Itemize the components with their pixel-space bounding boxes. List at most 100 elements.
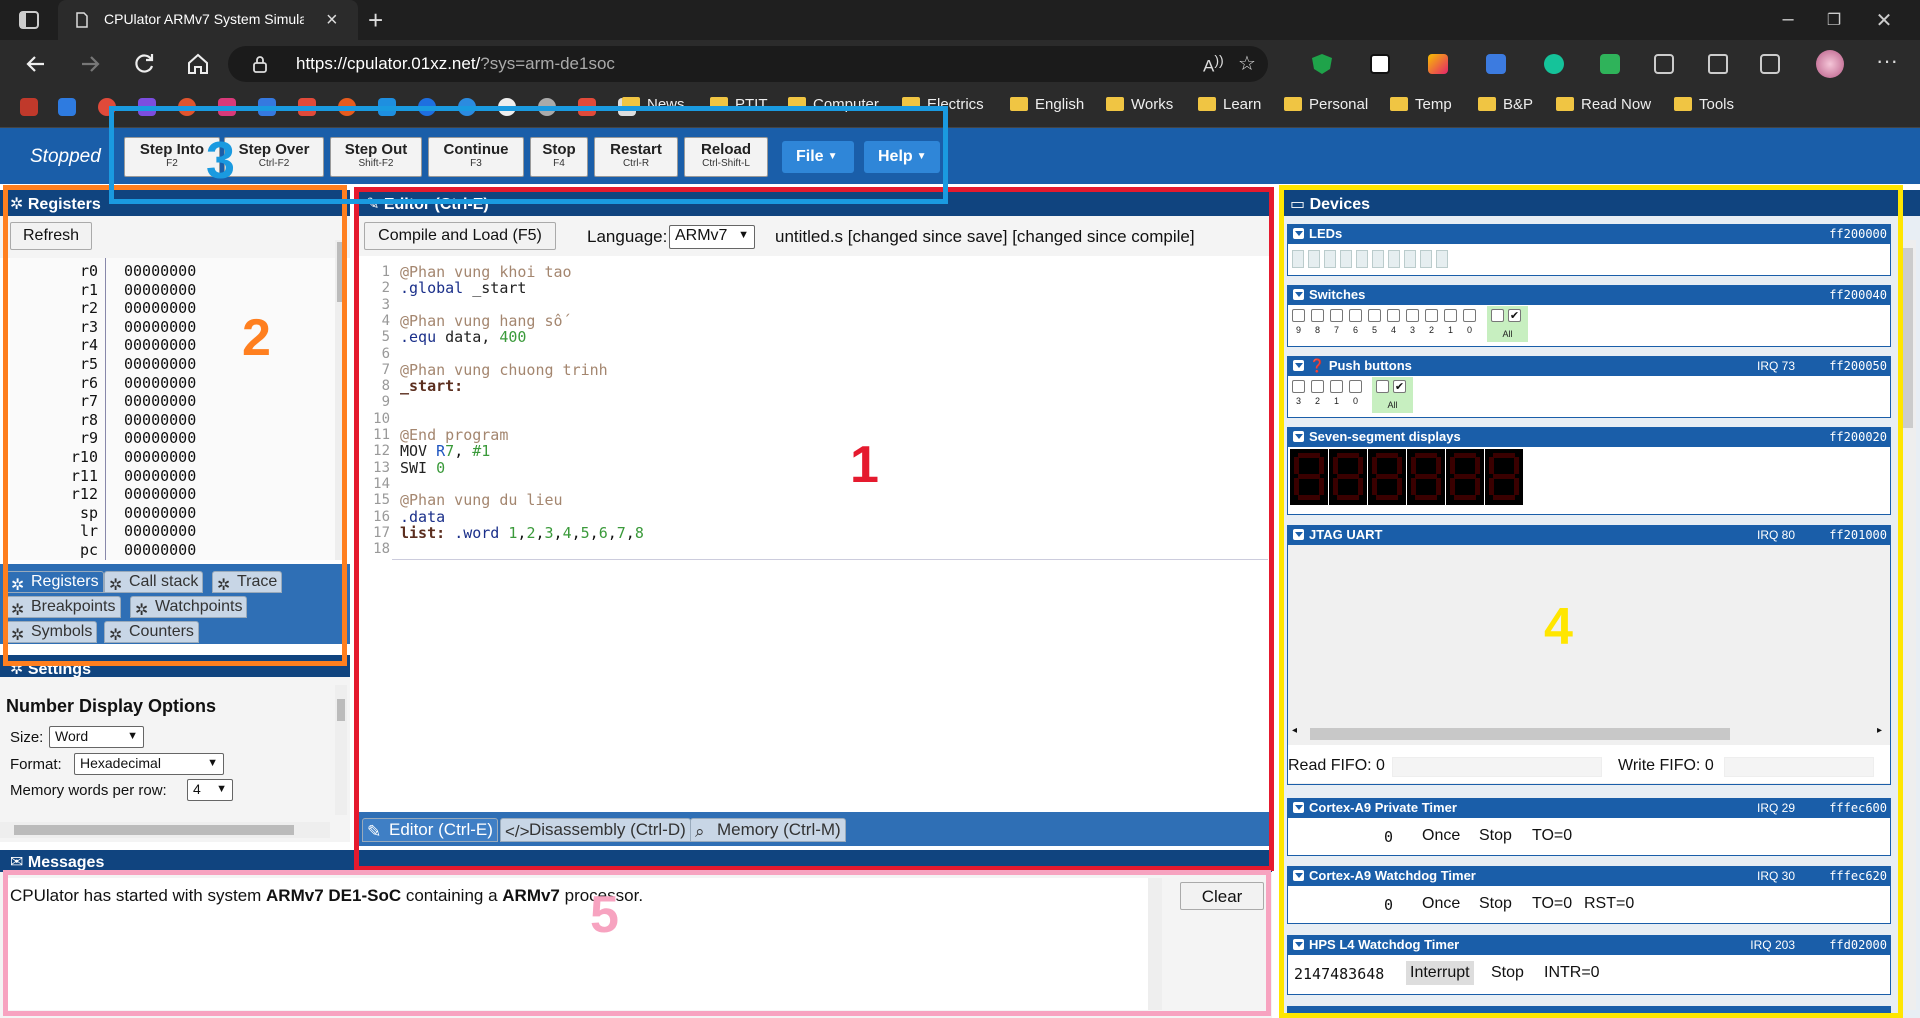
bookmark-icon[interactable] — [338, 98, 356, 116]
more-options-icon[interactable]: ··· — [1876, 48, 1898, 74]
w-extension-icon[interactable] — [1428, 54, 1448, 74]
devices-scrollbar[interactable] — [1900, 240, 1916, 1010]
switch-checkbox[interactable] — [1387, 309, 1400, 322]
pushbutton-checkbox[interactable] — [1292, 380, 1305, 393]
close-tab-icon[interactable]: × — [326, 9, 338, 32]
format-select[interactable]: Hexadecimal ▼ — [74, 753, 224, 775]
read-fifo-input[interactable] — [1392, 757, 1602, 777]
write-fifo-input[interactable] — [1724, 757, 1874, 777]
tab-breakpoints[interactable]: ✲ Breakpoints — [6, 596, 121, 619]
collapse-icon[interactable] — [1293, 228, 1304, 239]
bookmark-icon[interactable] — [20, 98, 38, 116]
translate-extension-icon[interactable] — [1486, 54, 1506, 74]
back-icon[interactable] — [22, 50, 50, 78]
restart-button[interactable]: Restart Ctrl-R — [594, 137, 678, 177]
notion-extension-icon[interactable] — [1370, 54, 1390, 74]
bookmark-icon[interactable] — [498, 98, 516, 116]
bookmark-folder-temp[interactable]: Temp — [1390, 96, 1452, 120]
profile-avatar[interactable] — [1816, 50, 1844, 78]
register-value[interactable]: 00000000 — [124, 411, 196, 429]
bookmark-folder-electrics[interactable]: Electrics — [902, 96, 984, 120]
help-icon[interactable]: ❓ — [1309, 358, 1325, 373]
grammarly-extension-icon[interactable] — [1544, 54, 1564, 74]
code-line[interactable]: @Phan vung hang số — [400, 312, 563, 330]
switch-checkbox[interactable] — [1406, 309, 1419, 322]
register-scrollbar[interactable] — [335, 240, 347, 560]
browser-tab[interactable]: CPUlator ARMv7 System Simulat × — [58, 0, 358, 40]
bookmark-icon[interactable] — [98, 98, 116, 116]
register-value[interactable]: 00000000 — [124, 467, 196, 485]
settings-hscrollbar[interactable] — [0, 822, 330, 838]
scrollbar-thumb[interactable] — [1903, 248, 1913, 428]
bookmark-folder-learn[interactable]: Learn — [1198, 96, 1261, 120]
tab-registers[interactable]: ✲ Registers — [6, 571, 104, 594]
scrollbar-thumb[interactable] — [337, 242, 345, 302]
code-line[interactable]: .global _start — [400, 279, 526, 297]
timer-stop-button[interactable]: Stop — [1479, 895, 1512, 913]
code-line[interactable]: MOV R7, #1 — [400, 442, 490, 460]
register-value[interactable]: 00000000 — [124, 429, 196, 447]
timer-stop-button[interactable]: Stop — [1479, 827, 1512, 845]
read-aloud-icon[interactable]: A)) — [1203, 53, 1224, 77]
bookmark-folder-tools[interactable]: Tools — [1674, 96, 1734, 120]
code-line[interactable]: @Phan vung chuong trinh — [400, 361, 608, 379]
help-menu-button[interactable]: Help ▼ — [864, 141, 940, 173]
timer-stop-button[interactable]: Stop — [1491, 964, 1524, 982]
messages-scrollbar[interactable] — [1148, 878, 1162, 1010]
tab-disassembly[interactable]: </> Disassembly (Ctrl-D) — [500, 818, 691, 842]
register-value[interactable]: 00000000 — [124, 262, 196, 280]
code-line[interactable]: list: .word 1,2,3,4,5,6,7,8 — [400, 524, 644, 542]
address-bar[interactable]: https://cpulator.01xz.net/?sys=arm-de1so… — [228, 46, 1268, 82]
forward-icon[interactable] — [76, 50, 104, 78]
bookmark-icon[interactable] — [538, 98, 556, 116]
bookmark-icon[interactable] — [178, 98, 196, 116]
register-value[interactable]: 00000000 — [124, 522, 196, 540]
code-line[interactable]: _start: — [400, 377, 463, 395]
new-tab-icon[interactable]: + — [368, 5, 383, 36]
switch-checkbox[interactable] — [1292, 309, 1305, 322]
scrollbar-thumb[interactable] — [14, 825, 294, 835]
all-checkbox-off[interactable] — [1376, 380, 1389, 393]
bookmark-folder-read-now[interactable]: Read Now — [1556, 96, 1651, 120]
bookmark-icon[interactable] — [458, 98, 476, 116]
collapse-icon[interactable] — [1293, 802, 1304, 813]
switch-checkbox[interactable] — [1330, 309, 1343, 322]
code-line[interactable]: SWI 0 — [400, 459, 445, 477]
pushbutton-checkbox[interactable] — [1311, 380, 1324, 393]
bookmark-icon[interactable] — [138, 98, 156, 116]
switch-checkbox[interactable] — [1444, 309, 1457, 322]
tab-counters[interactable]: ✲ Counters — [104, 621, 199, 644]
memory-words-select[interactable]: 4 ▼ — [187, 779, 233, 801]
switch-all-group[interactable]: ✔ All — [1487, 306, 1528, 342]
switch-checkbox[interactable] — [1311, 309, 1324, 322]
shield-extension-icon[interactable] — [1312, 54, 1332, 74]
code-editor[interactable]: 1 @Phan vung khoi tao 2 .global _start 3 4 @Ph… — [358, 256, 1268, 811]
bookmark-icon[interactable] — [58, 98, 76, 116]
collections-icon[interactable] — [1760, 54, 1780, 74]
bookmark-icon[interactable] — [418, 98, 436, 116]
register-value[interactable]: 00000000 — [124, 485, 196, 503]
scrollbar-thumb[interactable] — [1310, 728, 1730, 740]
collapse-icon[interactable] — [1293, 431, 1304, 442]
register-value[interactable]: 00000000 — [124, 374, 196, 392]
code-line[interactable]: .equ data, 400 — [400, 328, 526, 346]
chevron-right-icon[interactable]: ▸ — [1877, 725, 1882, 736]
stop-button[interactable]: Stop F4 — [530, 137, 588, 177]
code-line[interactable]: .data — [400, 508, 445, 526]
language-select[interactable]: ARMv7 ▼ — [669, 225, 755, 249]
all-checkbox-on[interactable]: ✔ — [1393, 380, 1406, 393]
step-out-button[interactable]: Step Out Shift-F2 — [330, 137, 422, 177]
tab-call-stack[interactable]: ✲ Call stack — [104, 571, 204, 594]
bookmark-icon[interactable] — [218, 98, 236, 116]
favorites-icon[interactable] — [1708, 54, 1728, 74]
refresh-icon[interactable] — [130, 50, 158, 78]
register-value[interactable]: 00000000 — [124, 504, 196, 522]
close-window-icon[interactable]: ✕ — [1872, 8, 1896, 32]
code-line[interactable]: @Phan vung du lieu — [400, 491, 563, 509]
bookmark-folder-english[interactable]: English — [1010, 96, 1084, 120]
register-value[interactable]: 00000000 — [124, 392, 196, 410]
minimize-icon[interactable]: – — [1776, 8, 1800, 32]
size-select[interactable]: Word ▼ — [49, 726, 144, 748]
tab-symbols[interactable]: ✲ Symbols — [6, 621, 98, 644]
favorite-add-icon[interactable]: ☆ — [1238, 51, 1256, 76]
